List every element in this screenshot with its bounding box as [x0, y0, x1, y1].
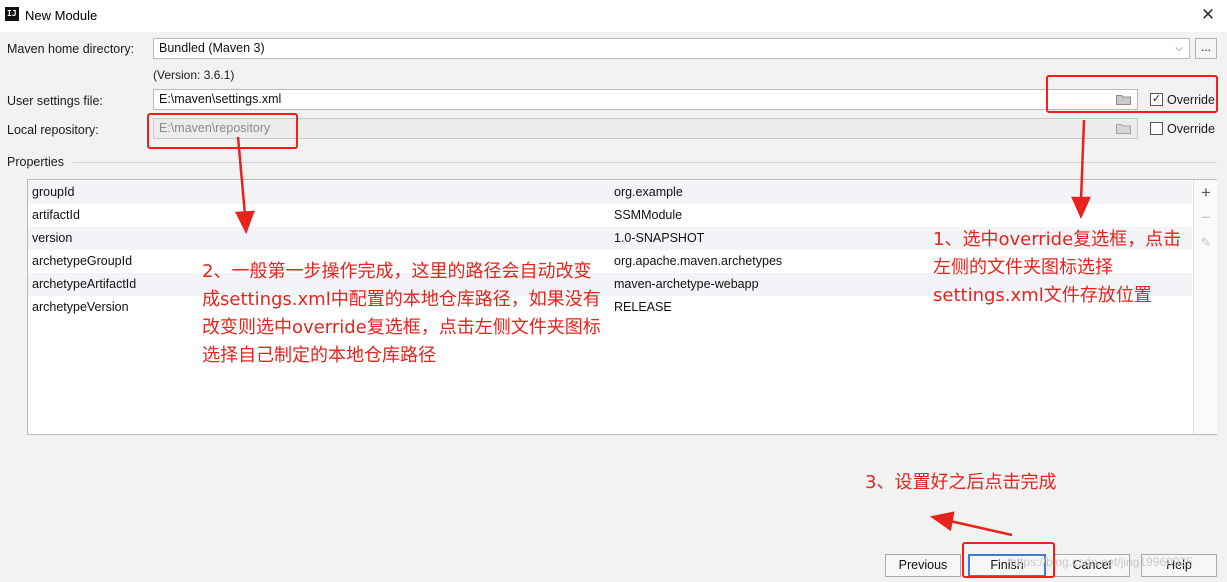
arrow-line [1079, 119, 1086, 201]
arrow-head [1071, 196, 1091, 220]
arrow-line [236, 136, 247, 216]
annotation-note-1: 1、选中override复选框，点击 左侧的文件夹图标选择 settings.x… [933, 226, 1181, 310]
annotation-line: 成settings.xml中配置的本地仓库路径，如果没有 [202, 289, 601, 310]
annotation-line: 2、一般第一步操作完成，这里的路径会自动改变 [202, 261, 592, 282]
annotation-line: 左侧的文件夹图标选择 [933, 257, 1113, 278]
annotation-line: 选择自己制定的本地仓库路径 [202, 345, 436, 366]
arrow-line [949, 519, 1013, 537]
annotation-line: 1、选中override复选框，点击 [933, 229, 1182, 250]
annotation-line: 改变则选中override复选框，点击左侧文件夹图标 [202, 317, 601, 338]
annotation-note-2: 2、一般第一步操作完成，这里的路径会自动改变 成settings.xml中配置的… [202, 258, 601, 370]
annotation-note-3: 3、设置好之后点击完成 [865, 472, 1057, 493]
annotation-line: settings.xml文件存放位置 [933, 285, 1152, 306]
arrow-head [929, 511, 955, 532]
arrow-head [235, 210, 255, 235]
